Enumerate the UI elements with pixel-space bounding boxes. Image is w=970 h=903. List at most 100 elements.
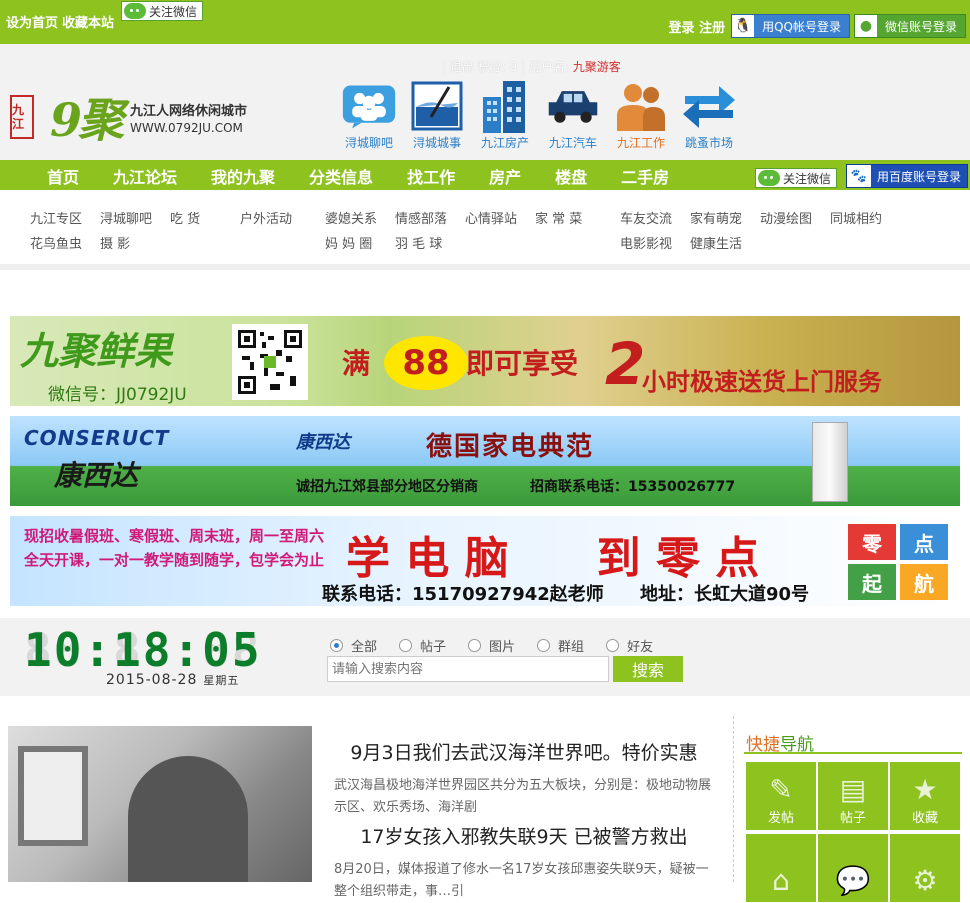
- qr-code-icon: [232, 324, 308, 400]
- quick-nav-post[interactable]: ✎ 发帖: [746, 762, 816, 830]
- pencil-icon: ✎: [769, 773, 793, 806]
- nav-item-classifieds[interactable]: 分类信息: [292, 164, 390, 188]
- appliance-brand-small: 康西达: [296, 432, 350, 453]
- service-text: 小时极速送货上门服务: [642, 368, 882, 396]
- quick-link-car[interactable]: 九江汽车: [539, 80, 607, 151]
- category-link[interactable]: 动漫绘图: [760, 208, 812, 227]
- document-icon: ▤: [839, 773, 867, 806]
- category-link[interactable]: 户外活动: [240, 208, 292, 227]
- category-link[interactable]: 健康生活: [690, 233, 742, 252]
- search-scope-all[interactable]: 全部: [330, 636, 377, 655]
- category-link[interactable]: 婆媳关系: [325, 208, 377, 227]
- quick-nav-favorites[interactable]: ★ 收藏: [890, 762, 960, 830]
- category-link[interactable]: 家有萌宠: [690, 208, 742, 227]
- news-item[interactable]: 9月3日我们去武汉海洋世界吧。特价实惠 武汉海昌极地海洋世界园区共分为五大板块，…: [334, 738, 714, 819]
- main-nav: 首页 九江论坛 我的九聚 分类信息 找工作 房产 楼盘 二手房 关注微信 🐾 用…: [0, 160, 970, 190]
- featured-photo[interactable]: [8, 726, 312, 882]
- quick-nav-messages[interactable]: 💬: [818, 834, 888, 902]
- category-link[interactable]: 花鸟鱼虫: [30, 233, 82, 252]
- news-desc: 武汉海昌极地海洋世界园区共分为五大板块，分别是：极地动物展示区、欢乐秀场、海洋剧: [334, 778, 712, 815]
- category-link[interactable]: 妈 妈 圈: [325, 233, 372, 252]
- radio-label: 帖子: [420, 640, 447, 655]
- quick-link-label: 浔城聊吧: [344, 136, 393, 150]
- quick-nav-settings[interactable]: ⚙: [890, 834, 960, 902]
- nav-item-home[interactable]: 首页: [30, 164, 96, 188]
- site-logo[interactable]: 九江 9聚 九江人网络休闲城市 WWW.0792JU.COM: [10, 84, 247, 150]
- quick-link-jobs[interactable]: 九江工作: [607, 80, 675, 151]
- nav-item-my[interactable]: 我的九聚: [194, 164, 292, 188]
- category-link[interactable]: 同城相约: [830, 208, 882, 227]
- category-link[interactable]: 浔城聊吧: [100, 208, 152, 227]
- logo-tile: 航: [900, 564, 948, 600]
- category-link[interactable]: 摄 影: [100, 233, 130, 252]
- quick-links: 浔城聊吧 浔城城事 九江房产 九江汽车 九江工作 跳蚤市场: [335, 80, 743, 151]
- radio-label: 群组: [558, 640, 585, 655]
- search-scope: 全部 帖子 图片 群组 好友: [330, 636, 675, 655]
- search-scope-friends[interactable]: 好友: [606, 636, 653, 655]
- radio-label: 图片: [489, 640, 516, 655]
- forum-categories: 九江专区 浔城聊吧 吃 货 户外活动 婆媳关系 情感部落 心情驿站 家 常 菜 …: [0, 190, 970, 270]
- news-title[interactable]: 17岁女孩入邪教失联9天 已被警方救出: [334, 822, 714, 849]
- login-area: 登录 注册 🐧 用QQ帐号登录 ● 微信账号登录: [669, 14, 970, 38]
- username[interactable]: 九聚游客: [573, 60, 621, 74]
- search-scope-images[interactable]: 图片: [468, 636, 515, 655]
- nav-item-house[interactable]: 房产: [472, 164, 538, 188]
- chat-people-icon: [341, 80, 397, 132]
- appliance-brand-cn: 康西达: [54, 459, 139, 492]
- user-info: | 退出 积分: 0 | 用户名: 九聚游客: [442, 58, 621, 75]
- set-home-link[interactable]: 设为首页: [6, 16, 58, 31]
- radio-label: 好友: [627, 640, 654, 655]
- qq-login-button[interactable]: 🐧 用QQ帐号登录: [731, 14, 850, 38]
- logo-slogan: 九江人网络休闲城市: [130, 103, 248, 119]
- logo-tile: 起: [848, 564, 896, 600]
- category-link[interactable]: 吃 货: [170, 208, 200, 227]
- quick-link-label: 九江房产: [480, 136, 529, 150]
- category-link[interactable]: 车友交流: [620, 208, 672, 227]
- quick-link-market[interactable]: 跳蚤市场: [675, 80, 743, 151]
- search-scope-posts[interactable]: 帖子: [399, 636, 446, 655]
- nav-item-estate[interactable]: 楼盘: [538, 164, 604, 188]
- header: 九江 9聚 九江人网络休闲城市 WWW.0792JU.COM | 退出 积分: …: [0, 44, 970, 160]
- computer-left-text: 现招收暑假班、寒假班、周末班，周一至周六全天开课，一对一教学随到随学，包学会为止: [24, 527, 325, 569]
- quick-nav-home[interactable]: ⌂: [746, 834, 816, 902]
- register-link[interactable]: 注册: [699, 21, 725, 36]
- wechat-login-label: 微信账号登录: [884, 19, 957, 34]
- search-scope-groups[interactable]: 群组: [537, 636, 584, 655]
- search-input[interactable]: [327, 656, 609, 682]
- date-display: 2015-08-28 星期五: [106, 672, 239, 688]
- category-link[interactable]: 羽 毛 球: [395, 233, 442, 252]
- search-button[interactable]: 搜索: [613, 656, 683, 682]
- logo-seal: 九江: [10, 95, 34, 139]
- baidu-login-button[interactable]: 🐾 用百度账号登录: [846, 164, 969, 188]
- category-link[interactable]: 心情驿站: [465, 208, 517, 227]
- quick-link-label: 九江工作: [616, 136, 665, 150]
- quick-link-events[interactable]: 浔城城事: [403, 80, 471, 151]
- news-title[interactable]: 9月3日我们去武汉海洋世界吧。特价实惠: [334, 738, 714, 765]
- category-link[interactable]: 九江专区: [30, 208, 82, 227]
- digital-clock: 10:18:05: [24, 623, 262, 677]
- quick-link-chat[interactable]: 浔城聊吧: [335, 80, 403, 151]
- nav-item-forum[interactable]: 九江论坛: [96, 164, 194, 188]
- computer-logo-tiles: 零 点 起 航: [848, 524, 948, 600]
- login-link[interactable]: 登录: [669, 21, 695, 36]
- ad-banner-fruit[interactable]: 九聚鲜果 微信号：JJ0792JU 满 88 即可享受 2 小时极速送货上门服务: [10, 316, 960, 406]
- building-icon: [477, 80, 533, 133]
- nav-item-secondhand[interactable]: 二手房: [604, 164, 686, 188]
- appliance-recruit: 诚招九江郊县部分地区分销商: [296, 479, 478, 495]
- ad-banner-computer[interactable]: 现招收暑假班、寒假班、周末班，周一至周六全天开课，一对一教学随到随学，包学会为止…: [10, 516, 960, 606]
- top-bar: 设为首页 收藏本站 关注微信 登录 注册 🐧 用QQ帐号登录 ● 微信账号登录: [0, 0, 970, 44]
- nav-item-jobs[interactable]: 找工作: [390, 164, 472, 188]
- bookmark-link[interactable]: 收藏本站: [62, 16, 114, 31]
- quick-link-realestate[interactable]: 九江房产: [471, 80, 539, 151]
- ad-banner-appliance[interactable]: CONSERUCT 康西达 康西达 德国家电典范 诚招九江郊县部分地区分销商 招…: [10, 416, 960, 506]
- category-link[interactable]: 电影影视: [620, 233, 672, 252]
- category-link[interactable]: 情感部落: [395, 208, 447, 227]
- wechat-follow-button[interactable]: 关注微信: [121, 1, 204, 21]
- drawing-icon: [409, 80, 465, 132]
- category-link[interactable]: 家 常 菜: [535, 208, 582, 227]
- wechat-login-button[interactable]: ● 微信账号登录: [853, 14, 966, 38]
- radio-icon: [606, 639, 620, 652]
- news-item[interactable]: 17岁女孩入邪教失联9天 已被警方救出 8月20日，媒体报道了修水一名17岁女孩…: [334, 822, 714, 903]
- quick-nav-threads[interactable]: ▤ 帖子: [818, 762, 888, 830]
- nav-wechat-follow-button[interactable]: 关注微信: [755, 168, 838, 188]
